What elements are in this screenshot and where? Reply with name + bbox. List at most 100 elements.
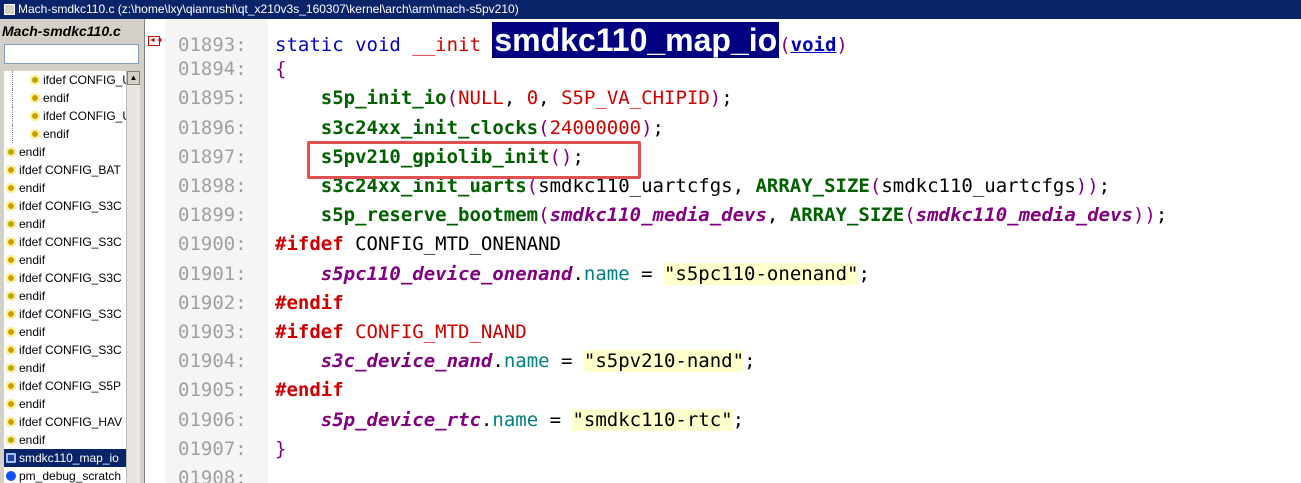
code-token: s3c_device_nand [320,350,493,373]
symbol-list-item[interactable]: endif [4,359,126,377]
code-token: ; [721,87,733,110]
code-token: static [275,34,356,56]
code-line: 01901: s5pc110_device_onenand.name = "s5… [165,260,870,289]
symbol-label: ifdef CONFIG_HAV [19,415,123,429]
code-token: s5p_device_rtc [320,408,481,431]
symbol-list-item[interactable]: endif [4,143,126,161]
collapse-panel-icon[interactable]: ◄◄ [148,36,163,46]
code-token: void [790,34,837,56]
code-token: ) [709,87,722,110]
code-text: s5pc110_device_onenand.name = "s5pc110-o… [275,260,870,289]
symbol-search-input[interactable] [4,44,139,64]
code-token: ARRAY_SIZE [755,175,870,197]
code-token: ; [652,116,664,139]
code-token: smdkc110_media_devs [915,204,1133,227]
symbol-label: ifdef CONFIG_S3C [19,271,122,285]
symbol-label: pm_debug_scratch [19,469,122,483]
code-token: ; [1098,175,1111,197]
symbol-list-item[interactable]: ifdef CONFIG_HAV [4,413,126,431]
code-editor[interactable]: 01893: static void __init smdkc110_map_io… [165,19,1301,483]
code-token: #ifdef [275,321,344,343]
symbol-list-item[interactable]: ifdef CONFIG_S3C [4,233,126,251]
symbol-list-item[interactable]: ifdef CONFIG_S3C [4,197,126,215]
symbol-list-item[interactable]: ifdef CONFIG_BAT [4,161,126,179]
symbol-list-item[interactable]: endif [4,431,126,449]
symbol-label: ifdef CONFIG_U [43,73,126,87]
symbol-list-item[interactable]: ifdef CONFIG_S5P [4,377,126,395]
code-token: ) [641,116,653,139]
preprocessor-icon [6,399,16,409]
code-token: )) [1132,204,1156,227]
symbol-label: endif [43,91,70,105]
window-title: Mach-smdkc110.c (z:\home\lxy\qianrushi\q… [18,2,519,16]
code-token: __init [412,34,493,56]
line-number: 01908: [178,467,247,483]
symbol-label: ifdef CONFIG_S3C [19,235,122,249]
symbol-list-item[interactable]: endif [4,215,126,233]
preprocessor-icon [6,327,16,337]
symbol-list-item[interactable]: endif [4,323,126,341]
symbol-label: ifdef CONFIG_U [43,109,126,123]
symbol-list[interactable]: ifdef CONFIG_U endif ifdef CONFIG_U endif en… [4,71,126,483]
symbol-list-item[interactable]: endif [4,125,126,143]
symbol-list-item[interactable]: pm_debug_scratch [4,467,126,483]
code-token: void [355,34,413,56]
code-token: #ifdef [275,233,344,256]
symbol-list-item[interactable]: ifdef CONFIG_U [4,71,126,89]
tree-connector [12,125,28,143]
scroll-up-arrow-icon[interactable]: ▲ [127,71,140,85]
code-token: ( [904,204,916,227]
code-token: = [538,408,573,431]
code-token: CONFIG_MTD_ONENAND [343,233,561,256]
code-token: ; [744,350,756,373]
symbol-list-scrollbar[interactable]: ▲ [126,71,140,483]
code-text: #endif [275,289,344,318]
line-number: 01902: [178,291,247,314]
code-token: ARRAY_SIZE [789,204,905,227]
symbol-label: endif [43,127,70,141]
symbol-list-item[interactable]: endif [4,287,126,305]
code-text: { [275,55,286,84]
symbol-list-item[interactable]: ifdef CONFIG_U [4,107,126,125]
line-number: 01904: [178,350,247,373]
symbol-label: endif [19,361,46,375]
code-token: } [275,437,287,460]
code-token: . [492,350,504,373]
preprocessor-icon [6,183,16,193]
code-token: #endif [275,291,344,314]
code-token: name [492,408,539,431]
preprocessor-icon [30,129,40,139]
symbol-list-item[interactable]: endif [4,395,126,413]
symbol-list-item[interactable]: ifdef CONFIG_S3C [4,305,126,323]
line-number: 01906: [178,408,247,431]
line-number: 01896: [178,116,247,139]
code-token: )) [1075,175,1099,197]
code-token: name [583,262,630,285]
code-line: 01903: #ifdef CONFIG_MTD_NAND [165,318,527,347]
tree-connector [12,107,28,125]
code-token: "s5pv210-nand" [583,350,745,373]
code-line: 01908: [165,464,275,483]
code-text: static void __init smdkc110_map_io (void) [275,22,848,60]
line-number: 01901: [178,262,247,285]
code-token: S5P_VA_CHIPID [561,87,710,110]
symbol-list-item[interactable]: ifdef CONFIG_S3C [4,269,126,287]
symbol-list-item[interactable]: endif [4,251,126,269]
symbol-list-item[interactable]: ifdef CONFIG_S3C [4,341,126,359]
symbol-list-item[interactable]: smdkc110_map_io [4,449,126,467]
code-token: name [503,350,550,373]
preprocessor-icon [6,165,16,175]
preprocessor-icon [6,255,16,265]
symbol-list-item[interactable]: endif [4,89,126,107]
symbol-list-item[interactable]: endif [4,179,126,197]
preprocessor-icon [6,345,16,355]
code-token: ; [1155,204,1168,227]
preprocessor-icon [6,435,16,445]
code-text: #ifdef CONFIG_MTD_ONENAND [275,230,561,259]
preprocessor-icon [6,219,16,229]
code-token[interactable]: smdkc110_map_io [492,22,780,58]
symbol-panel: Mach-smdkc110.c ifdef CONFIG_U endif ifdef… [0,19,145,483]
